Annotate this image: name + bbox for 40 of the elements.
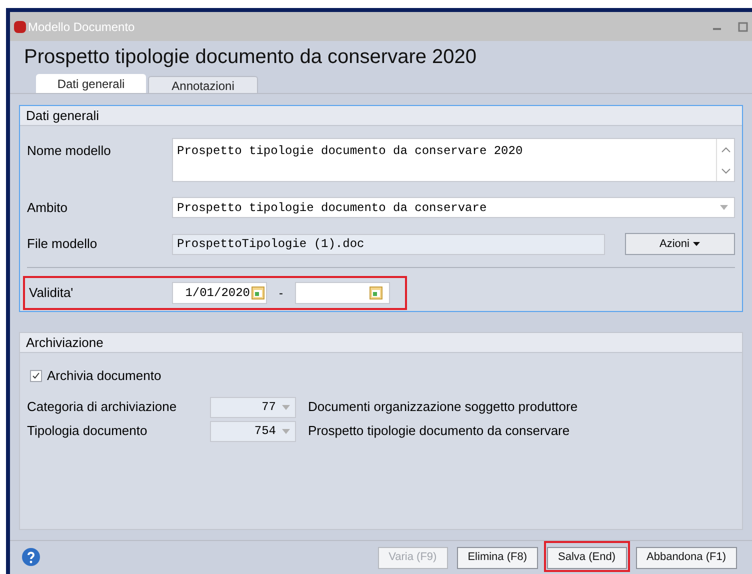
code-dropdown[interactable]: 754: [210, 420, 296, 442]
action-button[interactable]: Elimina (F8): [456, 546, 538, 569]
code-description: Prospetto tipologie documento da conservare: [308, 422, 570, 440]
dropdown-arrow-icon[interactable]: [720, 205, 728, 210]
maximize-icon[interactable]: [738, 22, 748, 32]
check-icon: [32, 372, 40, 380]
date-to-field[interactable]: [295, 282, 390, 304]
date-from-field[interactable]: 1/01/2020: [172, 282, 267, 304]
code-description: Documenti organizzazione soggetto produttore: [308, 398, 578, 416]
name-field[interactable]: Prospetto tipologie documento da conservare 2020: [172, 138, 735, 182]
field-label: Nome modello: [27, 142, 112, 160]
scope-dropdown[interactable]: Prospetto tipologie documento da conservare: [172, 197, 735, 218]
tab[interactable]: Annotazioni: [148, 76, 258, 93]
field-label: Ambito: [27, 198, 68, 217]
page-heading: Prospetto tipologie documento da conservare 2020: [23, 45, 478, 70]
date-separator: -: [278, 285, 284, 302]
section-header: Archiviazione: [20, 333, 742, 353]
field-label: File modello: [27, 235, 98, 254]
help-icon[interactable]: [22, 548, 40, 566]
file-field[interactable]: ProspettoTipologie (1).doc: [172, 234, 605, 254]
dropdown-arrow-icon[interactable]: [282, 404, 290, 410]
actions-button[interactable]: Azioni: [625, 233, 735, 255]
tab[interactable]: Dati generali: [36, 74, 146, 93]
scroll-down-icon[interactable]: [720, 168, 730, 174]
app-logo-icon: [14, 20, 26, 32]
checkbox[interactable]: [30, 370, 42, 382]
caret-icon: [693, 242, 700, 246]
calendar-icon[interactable]: [369, 286, 383, 300]
scroll-up-icon[interactable]: [720, 146, 730, 152]
checkbox-label: Archivia documento: [47, 367, 162, 385]
section-header: Dati generali: [20, 106, 742, 126]
action-button[interactable]: Salva (End): [547, 546, 626, 569]
window-title: Modello Documento: [28, 18, 135, 36]
action-button[interactable]: Abbandona (F1): [636, 546, 737, 569]
field-label: Validita': [29, 284, 74, 302]
dropdown-arrow-icon[interactable]: [282, 428, 290, 434]
calendar-icon[interactable]: [251, 286, 265, 300]
code-dropdown[interactable]: 77: [210, 396, 296, 418]
field-label: Tipologia documento: [27, 422, 148, 440]
field-label: Categoria di archiviazione: [27, 398, 178, 416]
